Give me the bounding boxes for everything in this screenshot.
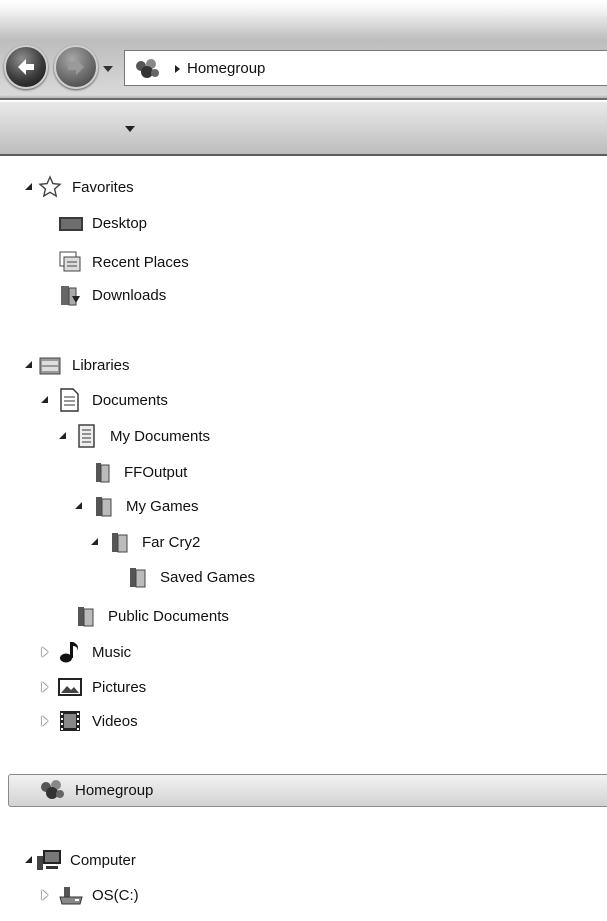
tree-node-computer[interactable]: Computer <box>24 845 136 875</box>
homegroup-icon <box>133 58 161 85</box>
recent-places-icon <box>58 250 82 274</box>
tree-node-desktop[interactable]: Desktop <box>50 208 147 238</box>
picture-icon <box>58 675 82 699</box>
expand-toggle[interactable] <box>40 647 50 657</box>
tree-node-libraries[interactable]: Libraries <box>24 350 130 380</box>
tree-node-recent-places[interactable]: Recent Places <box>50 247 189 277</box>
tree-node-downloads[interactable]: Downloads <box>50 280 166 310</box>
tree-label-far-cry2: Far Cry2 <box>142 533 201 551</box>
organize-dropdown-arrow[interactable] <box>125 126 135 132</box>
tree-label-documents: Documents <box>92 391 168 409</box>
command-bar <box>0 102 607 156</box>
tree-node-music[interactable]: Music <box>40 637 131 667</box>
tree-label-my-games: My Games <box>126 497 199 515</box>
folder-icon <box>90 460 114 484</box>
expand-toggle[interactable] <box>40 682 50 692</box>
tree-node-my-documents[interactable]: My Documents <box>58 421 210 451</box>
tree-node-saved-games[interactable]: Saved Games <box>118 562 255 592</box>
hard-drive-icon <box>58 883 83 907</box>
folder-icon <box>92 494 116 518</box>
tree-label-downloads: Downloads <box>92 286 167 304</box>
tree-label-recent-places: Recent Places <box>92 253 189 271</box>
breadcrumb-homegroup[interactable]: Homegroup <box>187 60 265 77</box>
navigation-pane: Favorites Desktop Recent Places Download… <box>0 158 607 921</box>
music-note-icon <box>58 640 82 664</box>
tree-node-favorites[interactable]: Favorites <box>24 172 134 202</box>
homegroup-icon <box>39 779 65 803</box>
expand-toggle[interactable] <box>40 395 50 405</box>
expand-toggle[interactable] <box>24 182 34 192</box>
window-header: Homegroup <box>0 0 607 100</box>
tree-node-os-c[interactable]: OS(C:) <box>40 880 139 910</box>
downloads-folder-icon <box>58 283 82 307</box>
address-bar[interactable]: Homegroup <box>124 50 607 86</box>
folder-icon <box>108 530 132 554</box>
document-icon <box>58 388 82 412</box>
tree-label-favorites: Favorites <box>72 178 134 196</box>
recent-pages-dropdown[interactable] <box>103 66 113 72</box>
expand-toggle[interactable] <box>40 890 50 900</box>
folder-icon <box>74 604 98 628</box>
tree-label-videos: Videos <box>92 712 138 730</box>
tree-label-computer: Computer <box>70 851 136 869</box>
breadcrumb-separator-icon[interactable] <box>175 65 180 73</box>
tree-label-os-c: OS(C:) <box>92 886 139 904</box>
expand-toggle[interactable] <box>24 855 34 865</box>
tree-label-my-documents: My Documents <box>110 427 211 445</box>
forward-button[interactable] <box>54 45 98 89</box>
tree-label-desktop: Desktop <box>92 214 148 232</box>
desktop-icon <box>58 211 83 235</box>
tree-label-music: Music <box>92 643 132 661</box>
libraries-icon <box>38 353 62 377</box>
tree-node-my-games[interactable]: My Games <box>74 491 199 521</box>
tree-label-saved-games: Saved Games <box>160 568 256 586</box>
expand-toggle[interactable] <box>24 360 34 370</box>
star-icon <box>38 175 62 199</box>
computer-monitor-icon <box>36 848 61 872</box>
tree-node-ffoutput[interactable]: FFOutput <box>82 457 187 487</box>
expand-toggle[interactable] <box>74 501 84 511</box>
tree-node-videos[interactable]: Videos <box>40 706 138 736</box>
tree-node-homegroup[interactable]: Homegroup <box>8 774 607 807</box>
tree-node-public-documents[interactable]: Public Documents <box>66 601 229 631</box>
tree-node-pictures[interactable]: Pictures <box>40 672 146 702</box>
folder-icon <box>126 565 150 589</box>
expand-toggle[interactable] <box>90 537 100 547</box>
tree-node-documents[interactable]: Documents <box>40 385 168 415</box>
tree-label-libraries: Libraries <box>72 356 130 374</box>
expand-toggle[interactable] <box>40 716 50 726</box>
tree-label-ffoutput: FFOutput <box>124 463 188 481</box>
tree-label-pictures: Pictures <box>92 678 147 696</box>
tree-node-far-cry2[interactable]: Far Cry2 <box>90 527 200 557</box>
document-icon <box>76 424 100 448</box>
tree-label-homegroup: Homegroup <box>75 782 154 799</box>
back-button[interactable] <box>4 45 48 89</box>
film-icon <box>58 709 82 733</box>
expand-toggle[interactable] <box>58 431 68 441</box>
tree-label-public-documents: Public Documents <box>108 607 229 625</box>
